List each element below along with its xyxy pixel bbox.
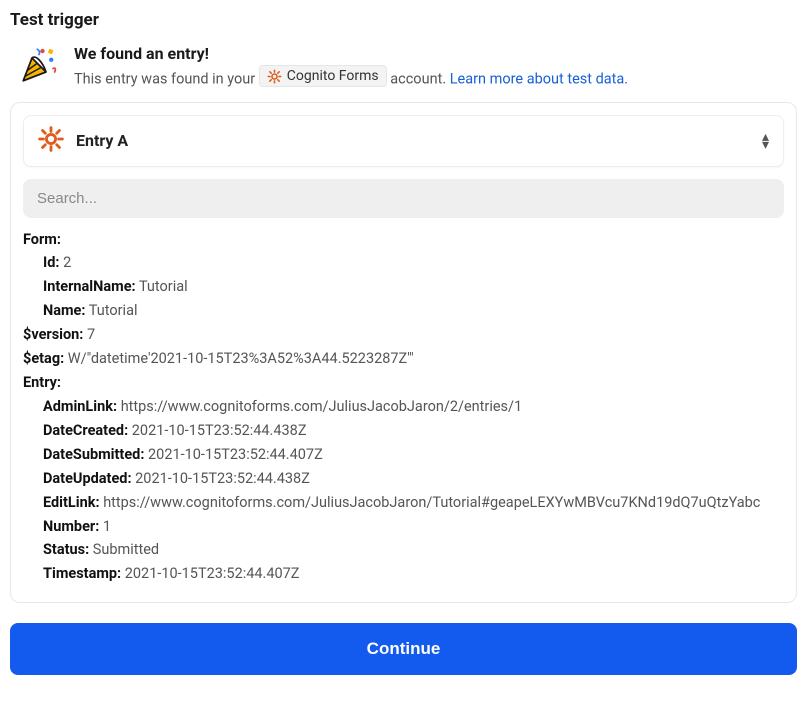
continue-button[interactable]: Continue — [10, 623, 797, 675]
found-heading: We found an entry! — [74, 44, 628, 63]
field-value: 2021-10-15T23:52:44.438Z — [132, 422, 307, 439]
field-key: $etag: — [23, 350, 64, 367]
field-key: DateCreated: — [43, 422, 128, 439]
search-input[interactable] — [23, 179, 784, 218]
found-description: This entry was found in your — [74, 65, 628, 88]
field-key: Form: — [23, 231, 61, 248]
chevron-up-down-icon: ▴▾ — [762, 133, 769, 149]
field-key: DateSubmitted: — [43, 446, 144, 463]
field-value: 2021-10-15T23:52:44.438Z — [135, 470, 310, 487]
app-name: Cognito Forms — [287, 68, 379, 84]
field-value: Tutorial — [139, 278, 188, 295]
field-key: Timestamp: — [43, 565, 121, 582]
page-title: Test trigger — [10, 10, 797, 30]
field-key: Number: — [43, 518, 99, 535]
field-value: 2021-10-15T23:52:44.407Z — [125, 565, 300, 582]
entry-data-viewer[interactable]: Form: Id: 2 InternalName: Tutorial Name:… — [23, 228, 784, 590]
field-key: EditLink: — [43, 494, 100, 511]
entry-card: Entry A ▴▾ Form: Id: 2 InternalName: Tut… — [10, 102, 797, 603]
entry-selector[interactable]: Entry A ▴▾ — [23, 115, 784, 167]
field-value: Tutorial — [89, 302, 138, 319]
field-value: https://www.cognitoforms.com/JuliusJacob… — [103, 494, 760, 511]
entry-selector-label: Entry A — [76, 131, 750, 150]
field-key: Id: — [43, 254, 60, 271]
field-key: $version: — [23, 326, 83, 343]
field-key: DateUpdated: — [43, 470, 132, 487]
app-pill: Cognito Forms — [259, 65, 387, 87]
field-key: Name: — [43, 302, 85, 319]
party-popper-icon — [18, 44, 60, 86]
field-key: AdminLink: — [43, 398, 117, 415]
field-value: Submitted — [93, 541, 159, 558]
found-prefix: This entry was found in your — [74, 71, 259, 88]
field-value: W/"datetime'2021-10-15T23%3A52%3A44.5223… — [68, 350, 414, 367]
field-key: InternalName: — [43, 278, 136, 295]
field-key: Status: — [43, 541, 89, 558]
field-value: https://www.cognitoforms.com/JuliusJacob… — [121, 398, 522, 415]
found-entry-banner: We found an entry! This entry was found … — [10, 44, 797, 88]
cognito-gear-icon — [267, 69, 282, 84]
field-value: 2 — [63, 254, 71, 271]
found-suffix: account. — [390, 71, 450, 88]
learn-more-link[interactable]: Learn more about test data. — [450, 71, 628, 88]
field-key: Entry: — [23, 374, 61, 391]
field-value: 7 — [87, 326, 95, 343]
field-value: 1 — [103, 518, 111, 535]
cognito-gear-icon — [38, 126, 64, 156]
field-value: 2021-10-15T23:52:44.407Z — [148, 446, 323, 463]
